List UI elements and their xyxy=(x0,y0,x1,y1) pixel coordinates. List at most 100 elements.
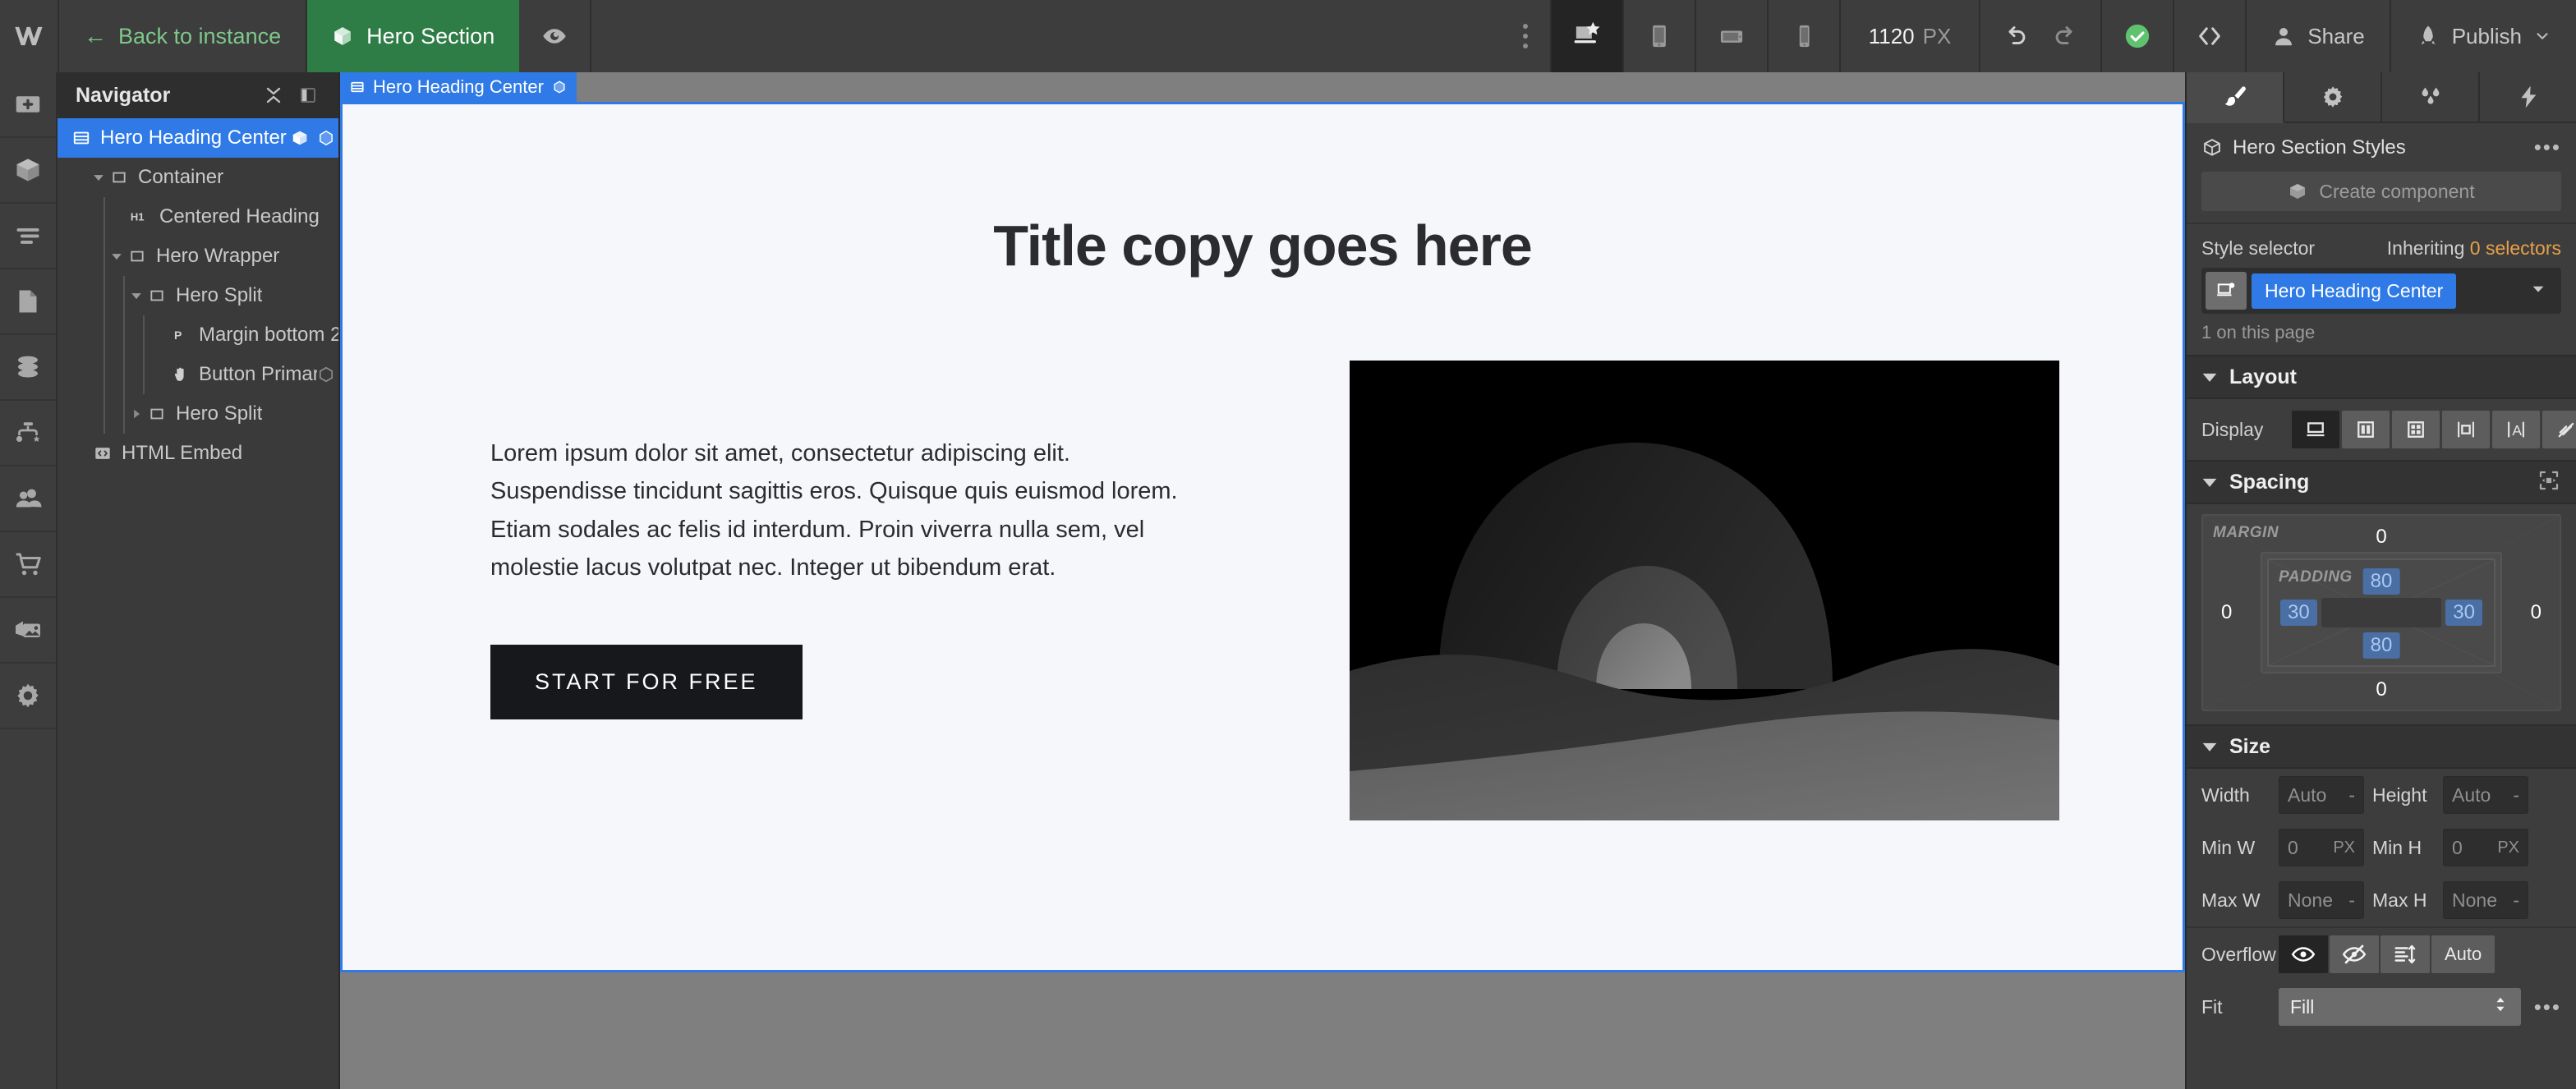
panel-toggle-button[interactable] xyxy=(296,85,320,105)
tab-settings[interactable] xyxy=(2284,72,2382,123)
hero-image[interactable] xyxy=(1350,361,2059,820)
display-grid-icon xyxy=(2408,421,2424,438)
spacing-widget[interactable]: MARGIN 0 0 0 0 PADDING 80 80 30 30 xyxy=(2201,514,2561,711)
overflow-auto-button[interactable]: Auto xyxy=(2431,935,2496,973)
breakpoint-mobile-portrait[interactable] xyxy=(1769,0,1841,72)
rail-item-add-elements[interactable] xyxy=(0,72,56,138)
hero-cta-button[interactable]: START FOR FREE xyxy=(490,644,803,719)
display-inline-button[interactable]: A xyxy=(2492,411,2540,448)
margin-top-value[interactable]: 0 xyxy=(2376,526,2386,549)
tree-item-centered-heading[interactable]: H1 Centered Heading xyxy=(58,197,338,237)
undo-icon xyxy=(2008,26,2026,44)
margin-bottom-value[interactable]: 0 xyxy=(2376,678,2386,701)
breakpoint-tablet[interactable] xyxy=(1624,0,1696,72)
undo-button[interactable] xyxy=(2002,22,2030,50)
padding-right-value[interactable]: 30 xyxy=(2445,600,2482,626)
redo-button[interactable] xyxy=(2051,22,2079,50)
spacing-section-header[interactable]: Spacing xyxy=(2187,460,2576,504)
fit-menu-button[interactable]: ••• xyxy=(2529,995,2561,1020)
code-view-button[interactable] xyxy=(2173,0,2245,72)
canvas-viewport: Hero Heading Center Title copy goes here… xyxy=(340,72,2185,1089)
display-inline-block-button[interactable] xyxy=(2442,411,2490,448)
max-height-input[interactable]: None - xyxy=(2443,881,2528,919)
padding-top-value[interactable]: 80 xyxy=(2362,568,2400,595)
tree-item-label: Centered Heading xyxy=(159,205,320,227)
height-input[interactable]: Auto - xyxy=(2443,776,2528,814)
min-width-input[interactable]: 0 PX xyxy=(2279,829,2364,866)
tab-effects[interactable] xyxy=(2480,72,2576,123)
rail-item-assets[interactable] xyxy=(0,598,56,664)
display-flex-button[interactable] xyxy=(2342,411,2390,448)
min-height-input[interactable]: 0 PX xyxy=(2443,829,2528,866)
element-badge[interactable]: Hero Heading Center xyxy=(340,72,577,102)
twist-open-icon[interactable] xyxy=(128,290,145,301)
tree-item-button-primary[interactable]: Button Primary xyxy=(58,355,338,394)
canvas-options-button[interactable] xyxy=(1501,0,1552,72)
selector-chip[interactable]: Hero Heading Center xyxy=(2252,273,2457,309)
twist-closed-icon[interactable] xyxy=(128,408,145,420)
tree-item-hero-split-1[interactable]: Hero Split xyxy=(58,276,338,315)
selector-field[interactable]: Hero Heading Center xyxy=(2201,268,2561,314)
tree-item-container[interactable]: Container xyxy=(58,158,338,197)
hex-icon xyxy=(554,80,565,94)
rail-item-settings[interactable] xyxy=(0,664,56,729)
overflow-scroll-button[interactable] xyxy=(2380,935,2430,973)
min-width-value: 0 xyxy=(2288,836,2298,858)
display-block-button[interactable] xyxy=(2292,411,2339,448)
style-section-menu-button[interactable]: ••• xyxy=(2534,135,2561,160)
content-box xyxy=(2321,598,2441,627)
rail-item-pages[interactable] xyxy=(0,269,56,335)
tree-item-hero-heading-center[interactable]: Hero Heading Center xyxy=(58,118,338,158)
display-none-button[interactable] xyxy=(2542,411,2576,448)
max-width-unit: - xyxy=(2348,889,2355,911)
rail-item-navigator[interactable] xyxy=(0,204,56,269)
rail-item-users[interactable] xyxy=(0,466,56,532)
twist-open-icon[interactable] xyxy=(108,250,125,262)
tree-guide xyxy=(143,355,145,394)
twist-open-icon[interactable] xyxy=(90,172,107,183)
breakpoint-mobile-landscape[interactable] xyxy=(1696,0,1769,72)
mobile-portrait-icon xyxy=(1799,25,1810,48)
publish-button[interactable]: Publish xyxy=(2389,0,2576,72)
images-icon xyxy=(16,621,40,637)
display-grid-button[interactable] xyxy=(2392,411,2440,448)
spacing-mode-button[interactable] xyxy=(2537,468,2561,497)
margin-left-value[interactable]: 0 xyxy=(2221,601,2232,624)
margin-right-value[interactable]: 0 xyxy=(2531,601,2542,624)
rail-item-ecommerce[interactable] xyxy=(0,532,56,598)
tree-item-hero-split-2[interactable]: Hero Split xyxy=(58,394,338,434)
overflow-visible-button[interactable] xyxy=(2279,935,2328,973)
save-status[interactable] xyxy=(2100,0,2173,72)
share-button[interactable]: Share xyxy=(2245,0,2389,72)
tree-item-margin-bottom[interactable]: P Margin bottom 24p xyxy=(58,315,338,355)
fit-select[interactable]: Fill xyxy=(2279,988,2521,1026)
canvas-area[interactable]: Hero Heading Center Title copy goes here… xyxy=(340,72,2185,1089)
tab-interactions[interactable] xyxy=(2382,72,2480,123)
padding-bottom-value[interactable]: 80 xyxy=(2362,632,2400,659)
tab-style[interactable] xyxy=(2187,72,2284,123)
create-component-button[interactable]: Create component xyxy=(2201,172,2561,211)
selector-state-thumb[interactable] xyxy=(2206,272,2247,310)
max-width-input[interactable]: None - xyxy=(2279,881,2364,919)
padding-left-value[interactable]: 30 xyxy=(2280,600,2317,626)
inheriting-info[interactable]: Inheriting 0 selectors xyxy=(2387,237,2561,260)
tree-item-html-embed[interactable]: HTML Embed xyxy=(58,434,338,473)
size-section-header[interactable]: Size xyxy=(2187,724,2576,769)
webflow-logo[interactable] xyxy=(0,0,59,72)
rail-item-cms[interactable] xyxy=(0,335,56,401)
component-breadcrumb[interactable]: Hero Section xyxy=(307,0,520,72)
layout-section-title: Layout xyxy=(2229,365,2297,388)
breakpoint-desktop[interactable] xyxy=(1551,0,1624,72)
tree-item-hero-wrapper[interactable]: Hero Wrapper xyxy=(58,237,338,276)
layout-section-header[interactable]: Layout xyxy=(2187,355,2576,399)
back-to-instance-button[interactable]: ← Back to instance xyxy=(59,0,308,72)
selector-dropdown-button[interactable] xyxy=(2529,280,2557,302)
navigator-panel: Navigator Hero Heading Center Container … xyxy=(58,72,340,1089)
hero-section[interactable]: Title copy goes here Lorem ipsum dolor s… xyxy=(340,102,2185,972)
overflow-hidden-button[interactable] xyxy=(2330,935,2379,973)
preview-toggle-button[interactable] xyxy=(519,0,592,72)
rail-item-logic[interactable] xyxy=(0,401,56,466)
width-input[interactable]: Auto - xyxy=(2279,776,2364,814)
collapse-all-button[interactable] xyxy=(261,85,286,105)
rail-item-components[interactable] xyxy=(0,138,56,204)
